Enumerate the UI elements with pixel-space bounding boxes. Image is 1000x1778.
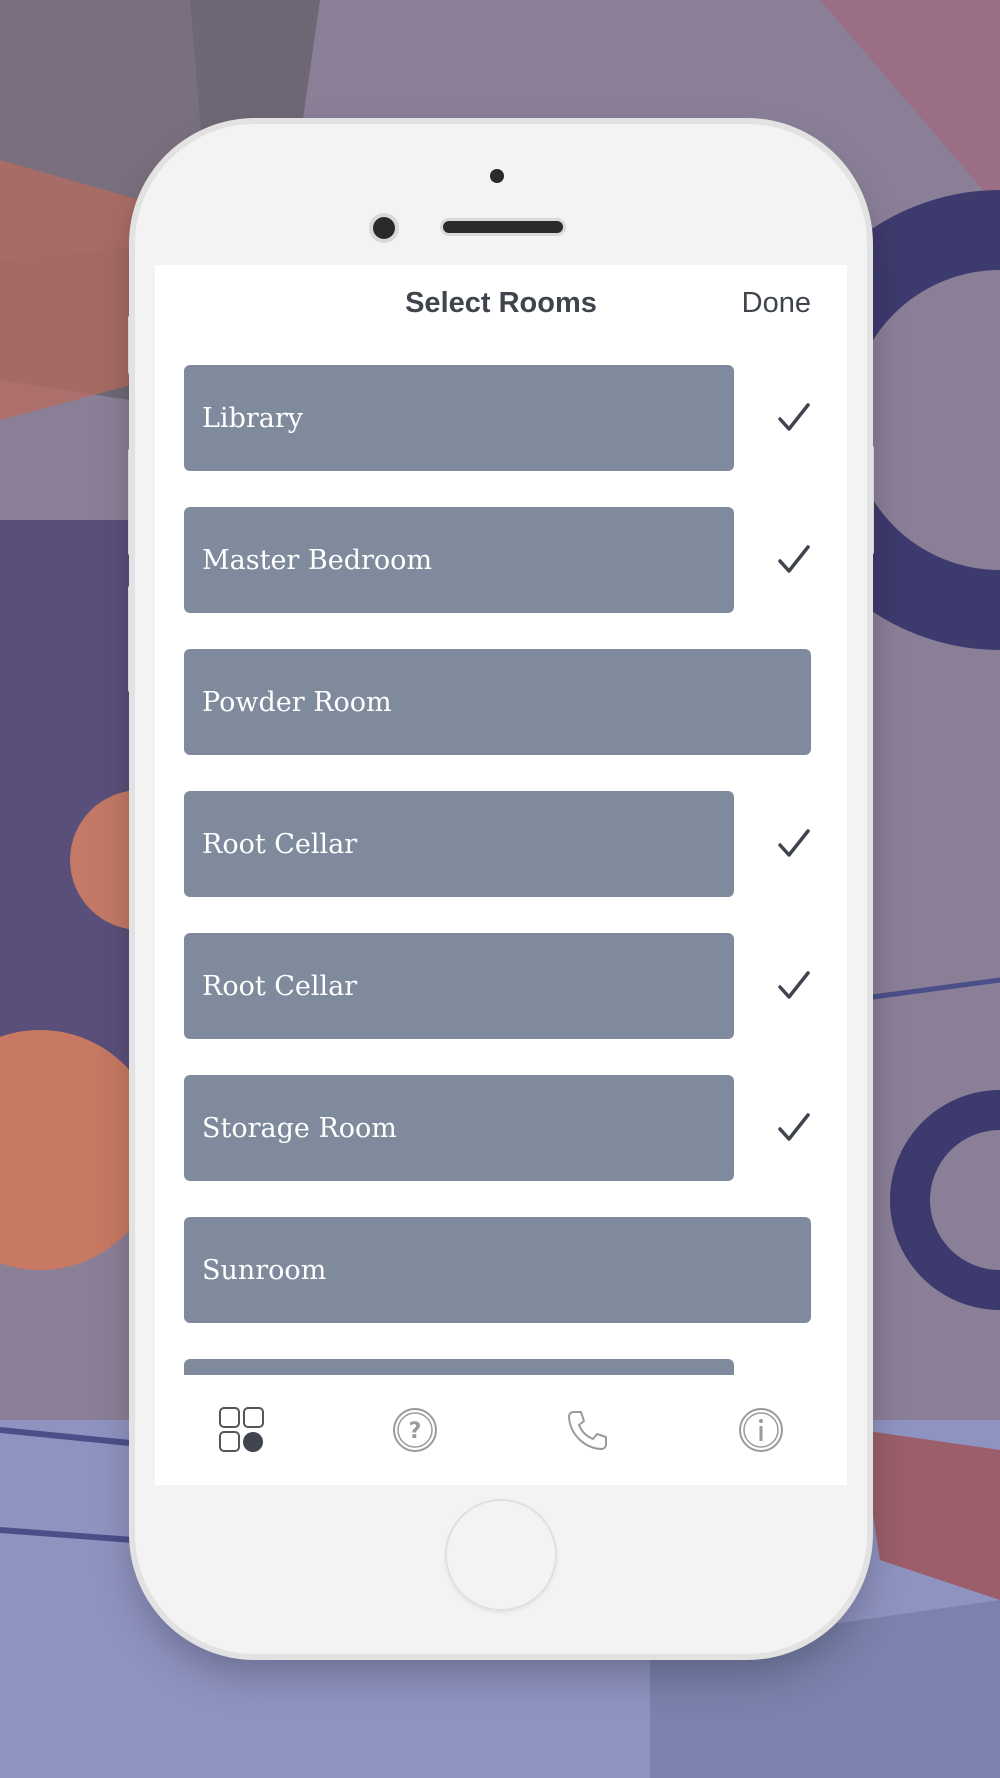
help-icon: ?: [392, 1408, 437, 1452]
rooms-grid-icon: [218, 1407, 264, 1452]
room-row[interactable]: Root Cellar: [184, 933, 811, 1039]
app-screen: Select Rooms Done Library Master Bedroom P…: [155, 265, 847, 1485]
tab-bar: ?: [155, 1375, 847, 1485]
done-button[interactable]: Done: [742, 287, 811, 320]
room-button[interactable]: Root Cellar: [184, 933, 734, 1039]
room-button[interactable]: Sunroom: [184, 1217, 811, 1323]
room-row[interactable]: Root Cellar: [184, 791, 811, 897]
room-row[interactable]: Sunroom: [184, 1217, 811, 1323]
proximity-sensor: [490, 169, 504, 183]
power-button: [866, 445, 874, 555]
room-row[interactable]: Library: [184, 365, 811, 471]
checkmark-icon[interactable]: [777, 544, 811, 576]
room-row[interactable]: Master Bedroom: [184, 507, 811, 613]
room-button[interactable]: Master Bedroom: [184, 507, 734, 613]
checkmark-icon[interactable]: [777, 402, 811, 434]
checkmark-icon[interactable]: [777, 1112, 811, 1144]
phone-icon: [567, 1411, 607, 1450]
room-button[interactable]: Library: [184, 365, 734, 471]
tab-rooms[interactable]: [212, 1400, 272, 1460]
tab-help[interactable]: ?: [385, 1400, 445, 1460]
tab-call[interactable]: [558, 1400, 618, 1460]
earpiece-speaker: [443, 221, 563, 233]
room-button[interactable]: Storage Room: [184, 1075, 734, 1181]
checkmark-icon[interactable]: [777, 828, 811, 860]
info-icon: [738, 1408, 783, 1452]
room-row[interactable]: Storage Room: [184, 1075, 811, 1181]
checkmark-icon[interactable]: [777, 970, 811, 1002]
home-button[interactable]: [445, 1499, 557, 1611]
svg-text:?: ?: [408, 1419, 421, 1444]
navigation-bar: Select Rooms Done: [155, 265, 847, 345]
room-button[interactable]: Root Cellar: [184, 791, 734, 897]
tab-info[interactable]: [731, 1400, 791, 1460]
room-list: Library Master Bedroom Powder Room Root Cel…: [184, 365, 811, 1485]
front-camera: [373, 217, 395, 239]
room-row[interactable]: Powder Room: [184, 649, 811, 755]
room-button[interactable]: Powder Room: [184, 649, 811, 755]
